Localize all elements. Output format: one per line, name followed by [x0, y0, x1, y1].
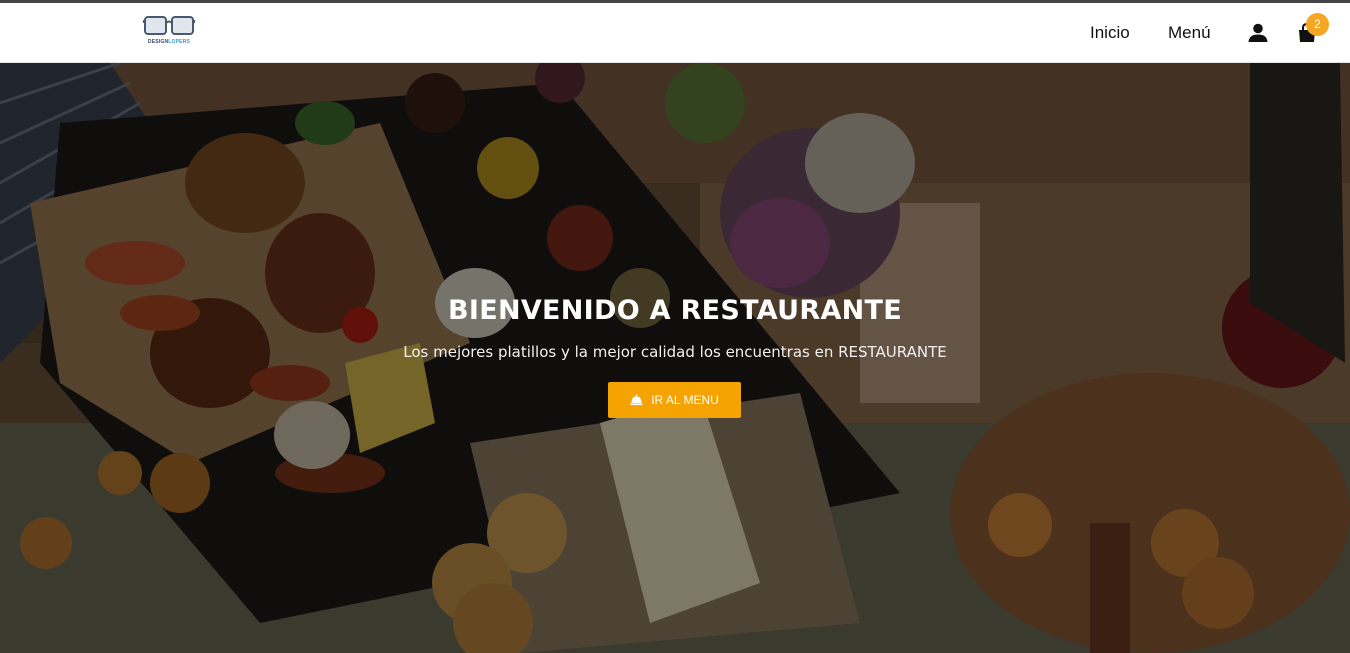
glasses-logo-icon	[143, 16, 195, 35]
go-to-menu-label: IR AL MENU	[651, 393, 719, 407]
hero-title: BIENVENIDO A RESTAURANTE	[447, 295, 903, 326]
hero-subtitle: Los mejores platillos y la mejor calidad…	[403, 343, 947, 361]
food-tray-icon	[630, 394, 643, 406]
cart-count-badge: 2	[1306, 13, 1329, 36]
hero-section: BIENVENIDO A RESTAURANTE Los mejores pla…	[0, 63, 1350, 653]
logo-wordmark: DESIGNLOPERS	[147, 39, 191, 45]
nav-link-menu[interactable]: Menú	[1168, 23, 1211, 43]
brand-logo[interactable]: DESIGNLOPERS	[143, 15, 195, 51]
user-icon	[1248, 23, 1268, 42]
user-account-button[interactable]	[1247, 22, 1269, 44]
navbar: DESIGNLOPERS Inicio Menú 2	[0, 3, 1350, 63]
nav-link-inicio[interactable]: Inicio	[1090, 23, 1130, 43]
go-to-menu-button[interactable]: IR AL MENU	[608, 382, 741, 418]
